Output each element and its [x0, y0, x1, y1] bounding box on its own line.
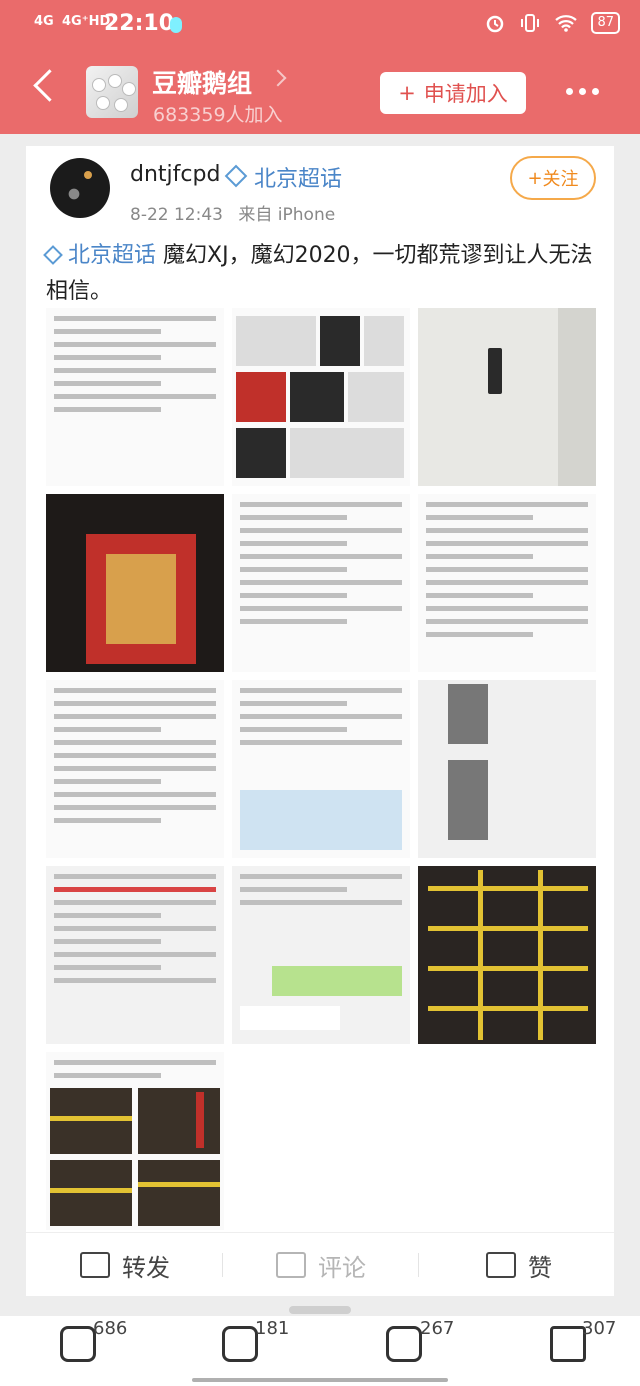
reposts-count: 267 — [420, 1318, 455, 1339]
post-image-13[interactable] — [46, 1052, 224, 1230]
group-name[interactable]: 豆瓣鹅组 — [152, 64, 252, 100]
post-image-5[interactable] — [232, 494, 410, 672]
back-arrow-icon[interactable] — [33, 69, 66, 102]
status-icons: 87 — [485, 12, 620, 34]
favorites-count: 307 — [582, 1318, 617, 1339]
repost-icon[interactable] — [386, 1326, 422, 1362]
super-topic-gem-icon — [224, 164, 248, 188]
post-image-12[interactable] — [418, 866, 596, 1044]
like-button[interactable]: 赞 — [486, 1247, 552, 1283]
share-icon — [80, 1252, 110, 1278]
post-image-9[interactable] — [418, 680, 596, 858]
image-grid — [46, 308, 598, 1230]
chevron-right-icon[interactable] — [269, 69, 287, 87]
post-image-1[interactable] — [46, 308, 224, 486]
thumbs-up-icon[interactable] — [222, 1326, 258, 1362]
plus-icon: + — [527, 167, 543, 189]
repost-label: 转发 — [122, 1253, 170, 1282]
post-image-7[interactable] — [46, 680, 224, 858]
group-avatar[interactable] — [86, 66, 138, 118]
status-bar: 4G 4G⁺HD 22:10 87 — [0, 0, 640, 52]
follow-button[interactable]: + 关注 — [510, 156, 596, 200]
more-options-icon[interactable] — [566, 88, 599, 95]
join-button-label: 申请加入 — [423, 82, 508, 106]
home-indicator[interactable] — [192, 1378, 448, 1382]
comment-button[interactable]: 评论 — [276, 1247, 366, 1283]
post-meta: 8-22 12:43 来自 iPhone — [130, 200, 335, 225]
battery-icon: 87 — [591, 12, 620, 34]
comments-count: 686 — [93, 1318, 128, 1339]
likes-count: 181 — [255, 1318, 290, 1339]
signal-4g-hd-label: 4G⁺HD — [62, 14, 111, 29]
repost-button[interactable]: 转发 — [80, 1247, 170, 1283]
post-image-10[interactable] — [46, 866, 224, 1044]
post-hashtag-link[interactable]: 北京超话 — [43, 243, 156, 268]
clock: 22:10 — [104, 11, 175, 36]
comment-label: 评论 — [318, 1253, 366, 1282]
author-avatar[interactable] — [50, 158, 110, 218]
bookmark-icon[interactable] — [550, 1326, 586, 1362]
post-source: 来自 iPhone — [238, 205, 336, 225]
follow-button-label: 关注 — [542, 169, 579, 190]
post-image-6[interactable] — [418, 494, 596, 672]
comment-bubble-icon[interactable] — [60, 1326, 96, 1362]
signal-4g-label: 4G — [34, 14, 54, 29]
drag-handle[interactable] — [289, 1306, 351, 1314]
thumbs-up-icon — [486, 1252, 516, 1278]
post-text: 北京超话 魔幻XJ，魔幻2020，一切都荒谬到让人无法相信。 — [43, 238, 596, 310]
post-image-11[interactable] — [232, 866, 410, 1044]
notification-dot-icon — [170, 17, 182, 33]
post-card: dntjfcpd 北京超话 8-22 12:43 来自 iPhone + 关注 … — [26, 146, 614, 1296]
post-image-4[interactable] — [46, 494, 224, 672]
post-image-3[interactable] — [418, 308, 596, 486]
bottom-action-bar: 686 181 267 307 — [0, 1316, 640, 1386]
plus-icon: + — [398, 81, 416, 105]
topic-tag[interactable]: 北京超话 — [254, 161, 342, 193]
like-label: 赞 — [528, 1253, 552, 1282]
super-topic-gem-icon — [43, 245, 63, 265]
post-image-8[interactable] — [232, 680, 410, 858]
divider — [222, 1253, 223, 1277]
comment-icon — [276, 1252, 306, 1278]
vibrate-icon — [521, 14, 540, 32]
alarm-icon — [487, 15, 504, 33]
divider — [418, 1253, 419, 1277]
author-name[interactable]: dntjfcpd — [130, 162, 220, 187]
group-member-count: 683359人加入 — [153, 104, 283, 126]
post-image-2[interactable] — [232, 308, 410, 486]
wifi-icon — [555, 15, 578, 32]
post-time: 8-22 12:43 — [130, 205, 223, 225]
post-actions: 转发 评论 赞 — [26, 1232, 614, 1297]
group-header: 豆瓣鹅组 683359人加入 + 申请加入 — [0, 52, 640, 134]
join-group-button[interactable]: + 申请加入 — [380, 72, 526, 114]
